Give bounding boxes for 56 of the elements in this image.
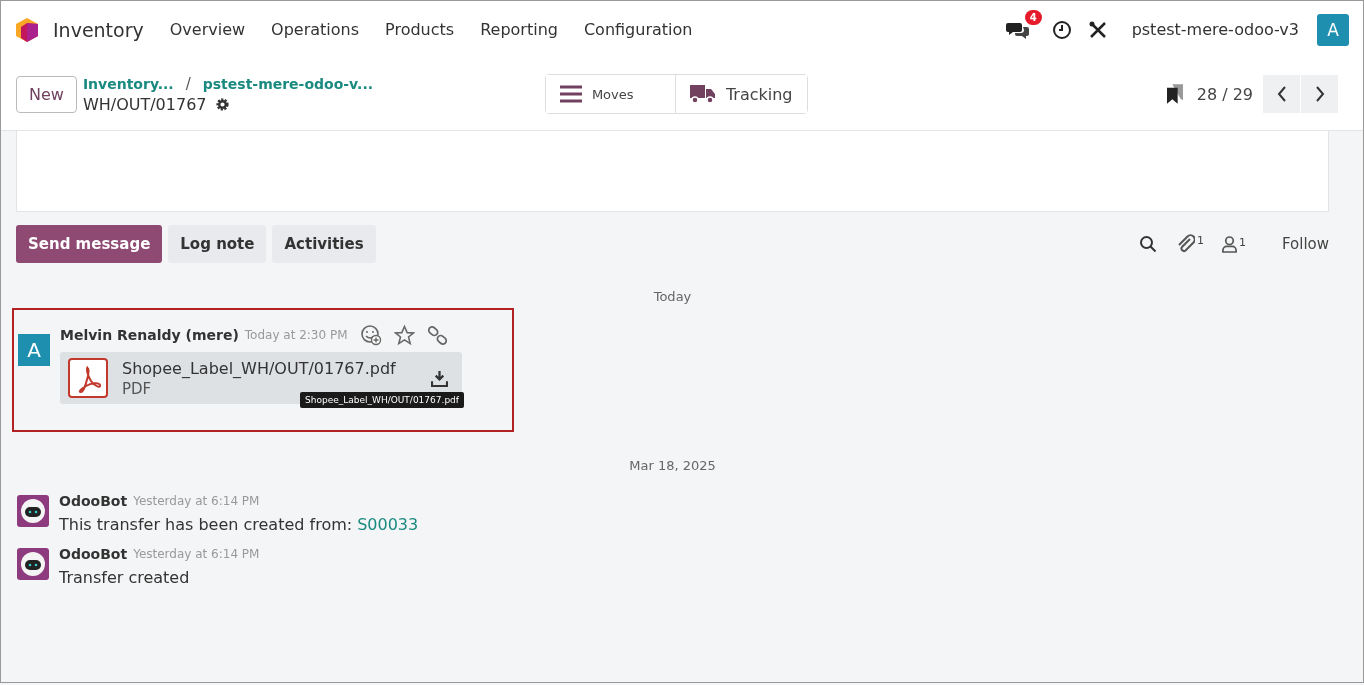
smart-button[interactable]: Moves: [545, 75, 676, 113]
app-logo-icon[interactable]: [15, 16, 39, 43]
database-name[interactable]: pstest-mere-odoo-v3: [1131, 20, 1299, 39]
truck-icon: [689, 84, 716, 104]
robot-avatar-icon: [17, 495, 49, 527]
breadcrumb-separator: /: [185, 74, 191, 93]
clock-icon[interactable]: [1051, 19, 1072, 40]
message-time: Yesterday at 6:14 PM: [133, 547, 260, 561]
record-link[interactable]: S00033: [357, 515, 419, 534]
date-divider: Today: [652, 289, 693, 304]
message-text: Transfer created: [59, 568, 190, 587]
breadcrumb-link[interactable]: pstest-mere-odoo-v...: [202, 75, 374, 92]
pager-value: 28 / 29: [1196, 84, 1253, 104]
paperclip-icon[interactable]: [1176, 234, 1195, 254]
chatter-tab[interactable]: Activities: [272, 225, 376, 263]
user-avatar: A: [18, 334, 50, 366]
app-name[interactable]: Inventory: [53, 18, 144, 41]
menu-item[interactable]: Operations: [271, 20, 360, 39]
list-icon: [559, 85, 582, 103]
author-name: Melvin Renaldy (mere): [60, 327, 239, 343]
message-time: Yesterday at 6:14 PM: [133, 494, 260, 508]
pdf-file-icon: [68, 358, 108, 398]
chatter-tab[interactable]: Send message: [16, 225, 163, 263]
menu-item[interactable]: Configuration: [583, 20, 693, 39]
search-icon[interactable]: [1138, 235, 1157, 253]
date-divider: Mar 18, 2025: [628, 458, 717, 473]
bookmark-icon[interactable]: [1166, 84, 1183, 104]
download-icon[interactable]: [431, 369, 448, 387]
gear-icon[interactable]: [214, 96, 230, 112]
menu-item[interactable]: Overview: [169, 20, 246, 39]
chatter-tab[interactable]: Log note: [168, 225, 267, 263]
new-button[interactable]: New: [16, 75, 77, 113]
author-name: OdooBot: [59, 546, 128, 562]
record-name: WH/OUT/01767: [82, 94, 207, 114]
follow-button[interactable]: Follow: [1281, 235, 1329, 253]
add-reaction-icon[interactable]: [359, 324, 382, 346]
follower-count: 1: [1238, 235, 1246, 249]
file-type: PDF: [122, 379, 153, 398]
star-icon[interactable]: [393, 324, 415, 346]
author-name: OdooBot: [59, 493, 128, 509]
unread-count-badge: 4: [1024, 9, 1042, 25]
menu-item[interactable]: Reporting: [480, 20, 558, 39]
menu-item[interactable]: Products: [385, 20, 455, 39]
previous-button[interactable]: [1263, 75, 1301, 113]
tooltip: Shopee_Label_WH/OUT/01767.pdf: [300, 392, 464, 408]
breadcrumb-link[interactable]: Inventory...: [82, 75, 174, 92]
message-time: Today at 2:30 PM: [244, 328, 348, 342]
attachment-count: 1: [1196, 234, 1204, 247]
file-name: Shopee_Label_WH/OUT/01767.pdf: [122, 358, 397, 378]
link-icon[interactable]: [426, 324, 448, 346]
user-avatar[interactable]: A: [1317, 13, 1349, 46]
chevron-left-icon: [1276, 86, 1287, 102]
message-text: This transfer has been created from:: [59, 515, 353, 534]
person-icon[interactable]: [1221, 235, 1237, 253]
chevron-right-icon: [1314, 86, 1325, 102]
robot-avatar-icon: [17, 548, 49, 580]
